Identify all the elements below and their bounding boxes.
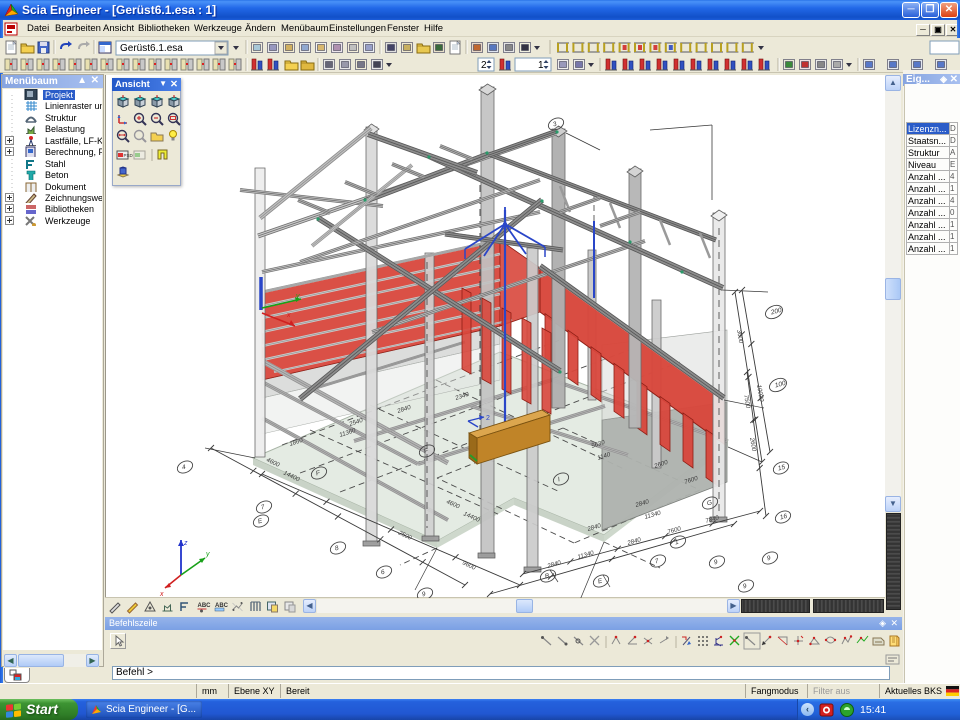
svg-text:2840: 2840 bbox=[546, 559, 563, 570]
svg-text:2600: 2600 bbox=[748, 436, 758, 452]
svg-text:3600: 3600 bbox=[735, 329, 744, 344]
svg-text:y: y bbox=[295, 293, 300, 300]
svg-text:7500: 7500 bbox=[742, 394, 751, 409]
svg-text:x: x bbox=[286, 312, 291, 319]
svg-text:10020: 10020 bbox=[755, 384, 765, 403]
svg-text:y: y bbox=[205, 551, 210, 558]
svg-text:x: x bbox=[159, 591, 164, 598]
svg-text:2840: 2840 bbox=[626, 536, 643, 547]
svg-text:2: 2 bbox=[486, 415, 490, 422]
svg-text:100: 100 bbox=[774, 380, 787, 390]
svg-text:7600: 7600 bbox=[667, 525, 683, 536]
svg-text:9600: 9600 bbox=[461, 560, 477, 573]
svg-text:11340: 11340 bbox=[577, 549, 596, 560]
svg-text:z: z bbox=[183, 540, 188, 547]
